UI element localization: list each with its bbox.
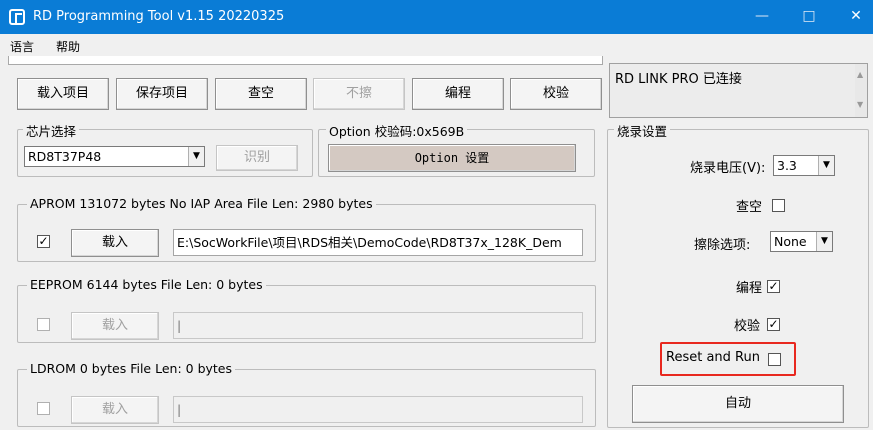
menu-language[interactable]: 语言 — [10, 38, 34, 55]
app-logo-icon — [9, 9, 25, 25]
verify-button[interactable]: 校验 — [510, 78, 602, 110]
aprom-load-button[interactable]: 载入 — [71, 229, 159, 257]
ldrom-load-button[interactable]: 载入 — [71, 396, 159, 424]
chip-select-dropdown[interactable]: RD8T37P48 ▼ — [24, 146, 205, 167]
burn-settings-label: 烧录设置 — [614, 121, 671, 140]
eeprom-load-button[interactable]: 载入 — [71, 312, 159, 340]
program-label: 编程 — [736, 281, 763, 296]
ldrom-info-label: LDROM 0 bytes File Len: 0 bytes — [27, 361, 236, 376]
reset-and-run-label: Reset and Run — [666, 350, 760, 365]
eeprom-checkbox[interactable] — [37, 318, 50, 331]
eeprom-info-label: EEPROM 6144 bytes File Len: 0 bytes — [27, 277, 266, 292]
chip-select-label: 芯片选择 — [23, 121, 80, 140]
menu-help[interactable]: 帮助 — [56, 38, 80, 55]
ldrom-file-path[interactable]: | — [173, 396, 583, 423]
aprom-checkbox[interactable]: ✓ — [37, 235, 50, 248]
load-project-button[interactable]: 载入项目 — [17, 78, 109, 110]
close-button[interactable]: ✕ — [835, 0, 873, 34]
eeprom-file-path[interactable]: | — [173, 312, 583, 339]
voltage-label: 烧录电压(V): — [690, 161, 766, 176]
title-bar: RD Programming Tool v1.15 20220325 — □ ✕ — [0, 0, 873, 34]
save-project-button[interactable]: 保存项目 — [116, 78, 208, 110]
erase-option-select[interactable]: None ▼ — [770, 231, 833, 252]
auto-button[interactable]: 自动 — [632, 385, 844, 423]
reset-and-run-checkbox[interactable] — [768, 353, 781, 366]
program-button[interactable]: 编程 — [412, 78, 504, 110]
check-blank-checkbox[interactable] — [772, 199, 785, 212]
erase-button[interactable]: 不擦 — [313, 78, 405, 110]
erase-option-label: 擦除选项: — [694, 238, 751, 253]
voltage-value: 3.3 — [777, 158, 797, 173]
connection-status-text: RD LINK PRO 已连接 — [615, 72, 742, 87]
chip-select-value: RD8T37P48 — [28, 149, 102, 164]
ldrom-checkbox[interactable] — [37, 402, 50, 415]
option-settings-button[interactable]: Option 设置 — [328, 144, 576, 172]
menu-bar: 语言 帮助 — [0, 34, 873, 56]
check-blank-label: 查空 — [736, 200, 763, 215]
erase-option-value: None — [774, 234, 807, 249]
identify-button[interactable]: 识别 — [216, 145, 298, 171]
voltage-select[interactable]: 3.3 ▼ — [773, 155, 835, 176]
check-blank-button[interactable]: 查空 — [215, 78, 307, 110]
minimize-button[interactable]: — — [741, 0, 783, 34]
chevron-down-icon: ▼ — [188, 147, 204, 166]
aprom-info-label: APROM 131072 bytes No IAP Area File Len:… — [27, 196, 376, 211]
progress-bar — [8, 56, 603, 65]
verify-label: 校验 — [734, 319, 761, 334]
maximize-button[interactable]: □ — [788, 0, 830, 34]
verify-checkbox[interactable]: ✓ — [767, 318, 780, 331]
aprom-file-path[interactable]: E:\SocWorkFile\项目\RDS相关\DemoCode\RD8T37x… — [173, 229, 583, 256]
connection-status-box: RD LINK PRO 已连接 ▲ ▼ — [609, 63, 868, 118]
option-checksum-label: Option 校验码:0x569B — [326, 121, 468, 140]
program-checkbox[interactable]: ✓ — [767, 280, 780, 293]
window-title: RD Programming Tool v1.15 20220325 — [33, 9, 285, 24]
chevron-down-icon: ▼ — [816, 232, 832, 251]
status-scrollbar[interactable]: ▲ ▼ — [855, 64, 867, 117]
chevron-down-icon: ▼ — [818, 156, 834, 175]
